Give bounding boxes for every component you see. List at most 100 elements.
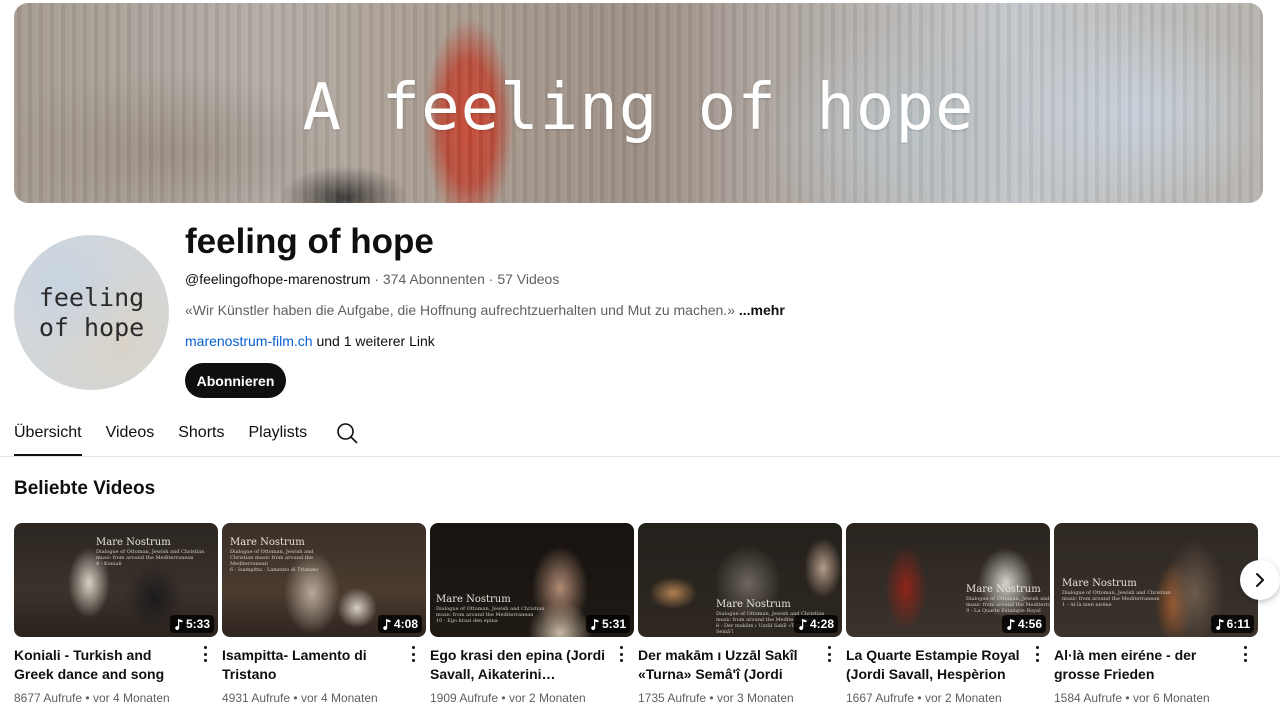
subscribe-button[interactable]: Abonnieren xyxy=(185,363,286,398)
thumbnail-title: Mare Nostrum xyxy=(966,584,1041,595)
meta-separator: • xyxy=(1125,691,1130,705)
tab-playlists[interactable]: Playlists xyxy=(248,418,307,450)
video-thumbnail[interactable]: Mare Nostrum Dialogue of Ottoman, Jewish… xyxy=(1054,523,1258,637)
view-count: 8677 Aufrufe xyxy=(14,691,83,705)
video-card[interactable]: Mare Nostrum Dialogue of Ottoman, Jewish… xyxy=(846,523,1050,705)
channel-handle: @feelingofhope-marenostrum xyxy=(185,271,371,287)
video-meta: 1667 Aufrufe • vor 2 Monaten xyxy=(846,691,1050,705)
thumbnail-title: Mare Nostrum xyxy=(436,594,511,605)
music-note-icon xyxy=(383,618,391,630)
duration-text: 6:11 xyxy=(1226,617,1250,631)
description-text: «Wir Künstler haben die Aufgabe, die Hof… xyxy=(185,302,735,318)
thumbnail-title: Mare Nostrum xyxy=(716,599,791,610)
more-vertical-icon[interactable] xyxy=(822,645,836,663)
channel-links: marenostrum-film.ch und 1 weiterer Link xyxy=(185,333,435,349)
tab-shorts[interactable]: Shorts xyxy=(178,418,224,450)
duration-text: 5:31 xyxy=(601,617,626,631)
duration-badge: 5:31 xyxy=(585,615,630,633)
duration-badge: 4:56 xyxy=(1001,615,1046,633)
video-meta: 8677 Aufrufe • vor 4 Monaten xyxy=(14,691,218,705)
upload-age: vor 4 Monaten xyxy=(92,691,170,705)
meta-separator: • xyxy=(85,691,90,705)
more-vertical-icon[interactable] xyxy=(614,645,628,663)
music-note-icon xyxy=(1215,618,1224,630)
video-title[interactable]: Koniali - Turkish and Greek dance and so… xyxy=(14,646,194,684)
duration-badge: 5:33 xyxy=(169,615,214,633)
tabs-divider xyxy=(0,456,1280,457)
banner-text: A feeling of hope xyxy=(302,71,975,145)
thumbnail-overlay: Mare Nostrum Dialogue of Ottoman, Jewish… xyxy=(230,538,320,574)
video-thumbnail[interactable]: Mare Nostrum Dialogue of Ottoman, Jewish… xyxy=(846,523,1050,637)
thumbnail-track: 9 - La Quarte Estampie Royal xyxy=(966,608,1041,614)
video-card[interactable]: Mare Nostrum Dialogue of Ottoman, Jewish… xyxy=(1054,523,1258,705)
view-count: 1735 Aufrufe xyxy=(638,691,707,705)
duration-text: 4:28 xyxy=(809,617,834,631)
video-card[interactable]: Mare Nostrum Dialogue of Ottoman, Jewish… xyxy=(222,523,426,705)
video-thumbnail[interactable]: Mare Nostrum Dialogue of Ottoman, Jewish… xyxy=(638,523,842,637)
music-note-icon xyxy=(799,618,807,630)
avatar[interactable]: feeling of hope xyxy=(14,235,169,390)
tab-overview[interactable]: Übersicht xyxy=(14,418,82,456)
duration-text: 4:08 xyxy=(393,617,418,631)
thumbnail-subtitle: Dialogue of Ottoman, Jewish and Christia… xyxy=(1062,590,1171,602)
avatar-line-2: of hope xyxy=(38,312,145,342)
upload-age: vor 2 Monaten xyxy=(508,691,586,705)
more-link[interactable]: ...mehr xyxy=(739,302,785,318)
video-title[interactable]: Isampitta- Lamento di Tristano xyxy=(222,646,402,684)
thumbnail-track: 10 - Ego krasi den epina xyxy=(436,618,498,624)
video-title[interactable]: Ego krasi den epina (Jordi Savall, Aikat… xyxy=(430,646,610,684)
video-meta: 1584 Aufrufe • vor 6 Monaten xyxy=(1054,691,1258,705)
video-meta: 4931 Aufrufe • vor 4 Monaten xyxy=(222,691,426,705)
section-title: Beliebte Videos xyxy=(14,478,156,499)
upload-age: vor 2 Monaten xyxy=(924,691,1002,705)
music-note-icon xyxy=(591,618,599,630)
duration-text: 5:33 xyxy=(185,617,210,631)
video-count: 57 Videos xyxy=(497,271,560,287)
search-icon[interactable] xyxy=(336,422,358,444)
upload-age: vor 4 Monaten xyxy=(300,691,378,705)
more-vertical-icon[interactable] xyxy=(1030,645,1044,663)
thumbnail-overlay: Mare Nostrum Dialogue of Ottoman, Jewish… xyxy=(436,594,546,625)
video-meta: 1909 Aufrufe • vor 2 Monaten xyxy=(430,691,634,705)
thumbnail-track: 6 - Isampitta - Lamento di Tristano xyxy=(230,567,319,573)
duration-text: 4:56 xyxy=(1017,617,1042,631)
thumbnail-overlay: Mare Nostrum Dialogue of Ottoman, Jewish… xyxy=(96,537,206,568)
video-thumbnail[interactable]: Mare Nostrum Dialogue of Ottoman, Jewish… xyxy=(430,523,634,637)
duration-badge: 4:28 xyxy=(793,615,838,633)
chevron-right-icon xyxy=(1256,573,1264,587)
music-note-icon xyxy=(1007,618,1015,630)
thumbnail-overlay: Mare Nostrum Dialogue of Ottoman, Jewish… xyxy=(966,584,1050,615)
avatar-line-1: feeling xyxy=(38,282,145,312)
video-meta: 1735 Aufrufe • vor 3 Monaten xyxy=(638,691,842,705)
video-title[interactable]: Der makām ı Uzzāl Sakîl «Turna» Semâ'î (… xyxy=(638,646,818,684)
thumbnail-title: Mare Nostrum xyxy=(96,537,171,548)
thumbnail-track: 1 - Al·là men eiréne xyxy=(1062,602,1112,608)
more-vertical-icon[interactable] xyxy=(1238,645,1252,663)
duration-badge: 6:11 xyxy=(1210,615,1254,633)
video-thumbnail[interactable]: Mare Nostrum Dialogue of Ottoman, Jewish… xyxy=(14,523,218,637)
thumbnail-subtitle: Dialogue of Ottoman, Jewish and Christia… xyxy=(96,549,205,561)
video-card[interactable]: Mare Nostrum Dialogue of Ottoman, Jewish… xyxy=(430,523,634,705)
external-link[interactable]: marenostrum-film.ch xyxy=(185,333,313,349)
thumbnail-title: Mare Nostrum xyxy=(1062,578,1137,589)
view-count: 4931 Aufrufe xyxy=(222,691,291,705)
upload-age: vor 3 Monaten xyxy=(716,691,794,705)
video-title[interactable]: Al·là men eiréne - der grosse Frieden xyxy=(1054,646,1234,684)
video-card[interactable]: Mare Nostrum Dialogue of Ottoman, Jewish… xyxy=(638,523,842,705)
meta-separator: • xyxy=(917,691,922,705)
video-title[interactable]: La Quarte Estampie Royal (Jordi Savall, … xyxy=(846,646,1026,684)
more-links-label[interactable]: und 1 weiterer Link xyxy=(313,333,434,349)
tab-videos[interactable]: Videos xyxy=(106,418,155,450)
video-thumbnail[interactable]: Mare Nostrum Dialogue of Ottoman, Jewish… xyxy=(222,523,426,637)
channel-meta: @feelingofhope-marenostrum · 374 Abonnen… xyxy=(185,271,559,287)
more-vertical-icon[interactable] xyxy=(406,645,420,663)
video-shelf: Mare Nostrum Dialogue of Ottoman, Jewish… xyxy=(14,523,1258,705)
meta-separator: · xyxy=(374,271,379,287)
meta-separator: • xyxy=(709,691,714,705)
thumbnail-overlay: Mare Nostrum Dialogue of Ottoman, Jewish… xyxy=(1062,578,1172,609)
more-vertical-icon[interactable] xyxy=(198,645,212,663)
channel-description[interactable]: «Wir Künstler haben die Aufgabe, die Hof… xyxy=(185,302,785,318)
video-card[interactable]: Mare Nostrum Dialogue of Ottoman, Jewish… xyxy=(14,523,218,705)
next-button[interactable] xyxy=(1240,560,1280,600)
meta-separator: · xyxy=(488,271,494,287)
